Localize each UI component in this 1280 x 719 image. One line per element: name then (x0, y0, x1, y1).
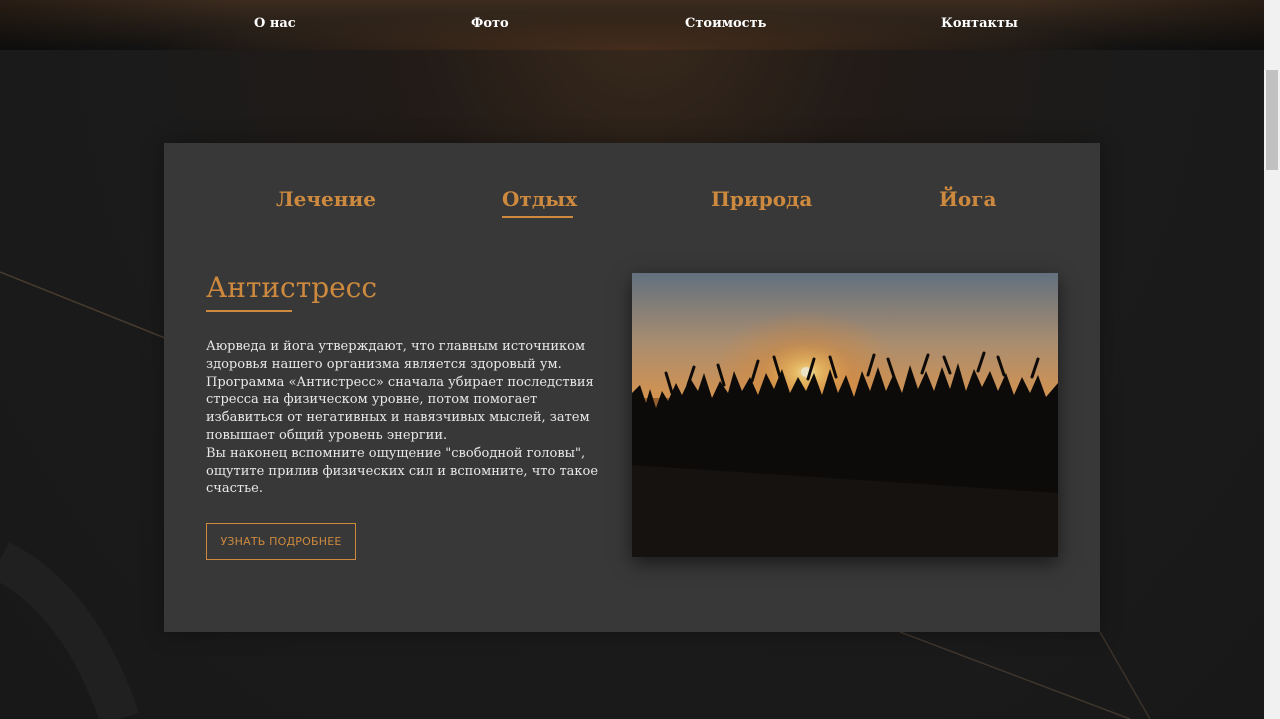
top-navigation: О нас Фото Стоимость Контакты (0, 0, 1264, 50)
nav-background (0, 0, 1264, 50)
sunset-people-photo (632, 273, 1058, 557)
page: О нас Фото Стоимость Контакты Лечение От… (0, 0, 1280, 719)
nav-link-price[interactable]: Стоимость (685, 16, 766, 31)
tab-yoga[interactable]: Йога (939, 187, 996, 211)
scrollbar-thumb[interactable] (1266, 70, 1278, 170)
title-underline (206, 310, 292, 312)
content-card: Лечение Отдых Природа Йога Антистресс Аю… (164, 143, 1100, 632)
description-paragraph: Аюрведа и йога утверждают, что главным и… (206, 339, 586, 372)
active-tab-indicator (502, 216, 573, 218)
photo-image (632, 273, 1058, 557)
nav-link-photo[interactable]: Фото (471, 16, 509, 31)
tab-rest[interactable]: Отдых (502, 187, 577, 211)
nav-link-about[interactable]: О нас (254, 16, 296, 31)
description-paragraph: Программа «Антистресс» сначала убирает п… (206, 374, 594, 443)
description-text: Аюрведа и йога утверждают, что главным и… (206, 338, 618, 498)
section-title: Антистресс (206, 271, 378, 304)
description-paragraph: Вы наконец вспомните ощущение "свободной… (206, 445, 599, 497)
learn-more-button[interactable]: УЗНАТЬ ПОДРОБНЕЕ (206, 523, 356, 560)
tab-nature[interactable]: Природа (711, 187, 812, 211)
nav-link-contacts[interactable]: Контакты (941, 16, 1018, 31)
tab-treatment[interactable]: Лечение (276, 187, 376, 211)
